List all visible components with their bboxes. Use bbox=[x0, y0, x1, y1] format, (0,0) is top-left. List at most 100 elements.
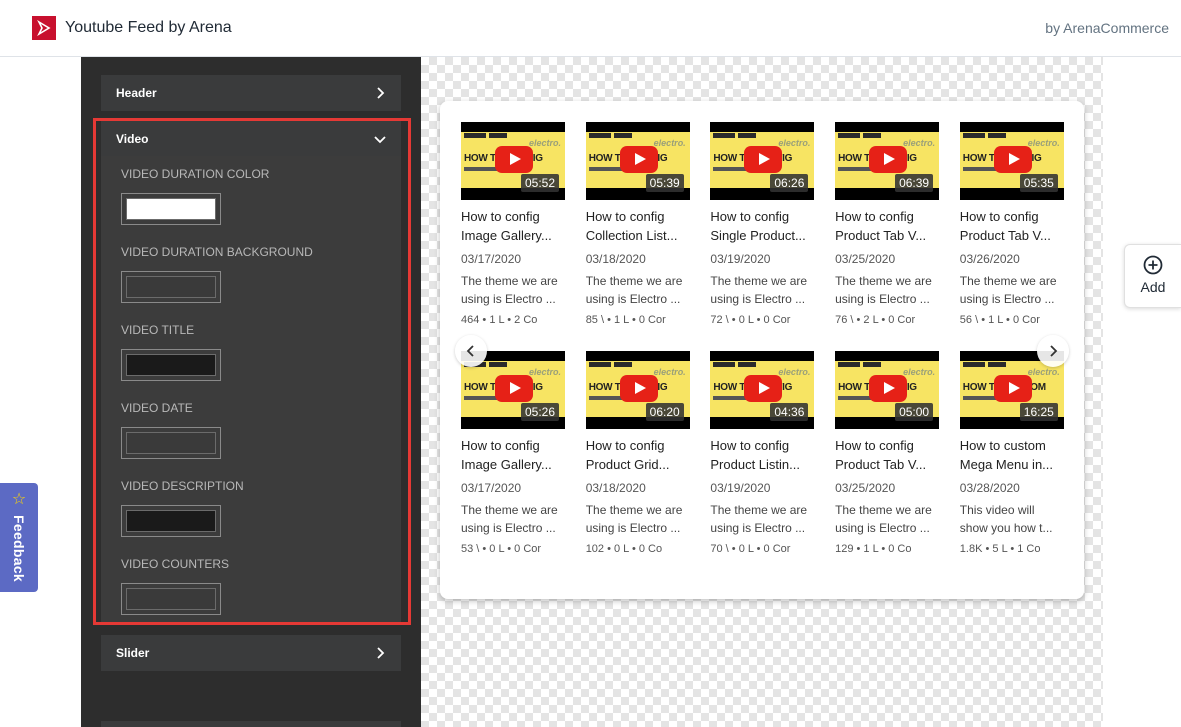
app-title: Youtube Feed by Arena bbox=[65, 19, 232, 36]
video-title[interactable]: How to config Product Tab V... bbox=[835, 207, 941, 245]
video-title[interactable]: How to config Image Gallery... bbox=[461, 207, 567, 245]
slider-prev-button[interactable] bbox=[455, 335, 487, 367]
video-thumbnail[interactable]: electro. HOW TO CONFIG 06:26 bbox=[710, 122, 815, 200]
video-title[interactable]: How to config Product Listin... bbox=[710, 436, 816, 474]
video-duration-background-picker[interactable] bbox=[121, 271, 221, 303]
video-title[interactable]: How to config Product Grid... bbox=[586, 436, 692, 474]
video-item[interactable]: electro. HOW TO CUSTOM 16:25 How to cust… bbox=[959, 351, 1066, 555]
star-icon: ☆ bbox=[11, 491, 27, 508]
video-counters: 76 \ • 2 L • 0 Cor bbox=[835, 314, 916, 326]
video-title[interactable]: How to config Product Tab V... bbox=[835, 436, 941, 474]
thumbnail-brand: electro. bbox=[1027, 367, 1060, 377]
play-icon[interactable] bbox=[993, 375, 1032, 402]
slider-section-toggle[interactable]: Slider bbox=[101, 635, 401, 671]
video-date: 03/17/2020 bbox=[461, 481, 522, 495]
thumbnail-tag bbox=[962, 362, 985, 367]
video-section-label: Video bbox=[116, 132, 149, 146]
video-description: The theme we are using is Electro ... bbox=[710, 503, 808, 535]
video-item[interactable]: electro. HOW TO CONFIG 05:52 How to conf… bbox=[461, 122, 567, 326]
video-item[interactable]: electro. HOW TO CONFIG 05:35 How to conf… bbox=[959, 122, 1066, 326]
app-logo-icon bbox=[32, 16, 56, 40]
feedback-label: Feedback bbox=[11, 515, 27, 582]
video-counters: 70 \ • 0 L • 0 Cor bbox=[710, 543, 791, 555]
video-date-color-picker[interactable] bbox=[121, 427, 221, 459]
video-description: The theme we are using is Electro ... bbox=[585, 274, 683, 306]
video-item[interactable]: electro. HOW TO CONFIG 05:26 How to conf… bbox=[461, 351, 567, 555]
developer-credit: by ArenaCommerce bbox=[1045, 20, 1169, 36]
video-duration: 16:25 bbox=[1019, 403, 1058, 421]
play-icon[interactable] bbox=[619, 146, 658, 173]
thumbnail-tag bbox=[588, 133, 611, 138]
video-duration-color-picker[interactable] bbox=[121, 193, 221, 225]
video-duration: 06:26 bbox=[770, 174, 809, 192]
video-thumbnail[interactable]: electro. HOW TO CONFIG 06:39 bbox=[835, 122, 940, 200]
video-duration: 05:39 bbox=[645, 174, 684, 192]
video-description: The theme we are using is Electro ... bbox=[835, 503, 932, 535]
slider-section-label: Slider bbox=[116, 646, 150, 660]
video-date: 03/28/2020 bbox=[959, 481, 1020, 495]
video-counters-color-picker[interactable] bbox=[121, 583, 221, 615]
video-item[interactable]: electro. HOW TO CONFIG 06:39 How to conf… bbox=[835, 122, 941, 326]
video-title[interactable]: How to config Product Tab V... bbox=[960, 207, 1066, 245]
video-thumbnail[interactable]: electro. HOW TO CONFIG 06:20 bbox=[585, 351, 690, 429]
video-item[interactable]: electro. HOW TO CONFIG 06:26 How to conf… bbox=[710, 122, 816, 326]
thumbnail-tag bbox=[489, 362, 507, 367]
play-icon[interactable] bbox=[869, 146, 908, 173]
video-thumbnail[interactable]: electro. HOW TO CONFIG 04:36 bbox=[710, 351, 815, 429]
video-date: 03/17/2020 bbox=[461, 252, 522, 266]
video-date: 03/26/2020 bbox=[959, 252, 1020, 266]
video-counters: 1.8K • 5 L • 1 Co bbox=[959, 543, 1041, 555]
video-thumbnail[interactable]: electro. HOW TO CONFIG 05:00 bbox=[835, 351, 940, 429]
video-counters: 56 \ • 1 L • 0 Cor bbox=[959, 314, 1040, 326]
next-section-toggle[interactable] bbox=[101, 721, 401, 727]
video-duration: 06:39 bbox=[895, 174, 934, 192]
video-counters: 85 \ • 1 L • 0 Cor bbox=[585, 314, 666, 326]
video-counters: 53 \ • 0 L • 0 Cor bbox=[461, 543, 542, 555]
video-title-color-picker[interactable] bbox=[121, 349, 221, 381]
video-thumbnail[interactable]: electro. HOW TO CONFIG 05:39 bbox=[585, 122, 690, 200]
video-date: 03/18/2020 bbox=[585, 252, 646, 266]
video-date-label: VIDEO DATE bbox=[121, 401, 193, 415]
feedback-button[interactable]: ☆ Feedback bbox=[0, 483, 38, 592]
play-icon[interactable] bbox=[495, 146, 533, 173]
thumbnail-tag bbox=[738, 133, 757, 138]
video-duration-background-label: VIDEO DURATION BACKGROUND bbox=[121, 245, 313, 259]
video-counters: 102 • 0 L • 0 Co bbox=[585, 543, 663, 555]
video-duration-color-label: VIDEO DURATION COLOR bbox=[121, 167, 270, 181]
slider-next-button[interactable] bbox=[1037, 335, 1069, 367]
add-block-button[interactable]: Add bbox=[1124, 244, 1181, 308]
video-item[interactable]: electro. HOW TO CONFIG 04:36 How to conf… bbox=[710, 351, 816, 555]
video-thumbnail[interactable]: electro. HOW TO CONFIG 05:35 bbox=[959, 122, 1064, 200]
video-date: 03/18/2020 bbox=[585, 481, 646, 495]
thumbnail-tag bbox=[713, 362, 736, 367]
video-duration: 05:35 bbox=[1019, 174, 1058, 192]
thumbnail-tag bbox=[987, 362, 1006, 367]
play-icon[interactable] bbox=[744, 146, 783, 173]
video-date: 03/25/2020 bbox=[835, 252, 896, 266]
video-title[interactable]: How to config Image Gallery... bbox=[461, 436, 567, 474]
plus-circle-icon bbox=[1143, 255, 1163, 275]
video-title[interactable]: How to config Collection List... bbox=[586, 207, 692, 245]
video-description-color-picker[interactable] bbox=[121, 505, 221, 537]
play-icon[interactable] bbox=[744, 375, 783, 402]
video-title[interactable]: How to custom Mega Menu in... bbox=[960, 436, 1066, 474]
video-item[interactable]: electro. HOW TO CONFIG 05:39 How to conf… bbox=[585, 122, 692, 326]
chevron-left-icon bbox=[466, 345, 474, 357]
play-icon[interactable] bbox=[495, 375, 533, 402]
video-title-label: VIDEO TITLE bbox=[121, 323, 195, 337]
video-duration: 06:20 bbox=[645, 403, 684, 421]
video-title[interactable]: How to config Single Product... bbox=[710, 207, 816, 245]
video-section-toggle[interactable]: Video bbox=[101, 121, 401, 157]
video-thumbnail[interactable]: electro. HOW TO CONFIG 05:52 bbox=[461, 122, 565, 200]
header-section-toggle[interactable]: Header bbox=[101, 75, 401, 111]
video-item[interactable]: electro. HOW TO CONFIG 06:20 How to conf… bbox=[585, 351, 692, 555]
video-date: 03/19/2020 bbox=[710, 481, 771, 495]
play-icon[interactable] bbox=[993, 146, 1032, 173]
play-icon[interactable] bbox=[619, 375, 658, 402]
play-icon[interactable] bbox=[869, 375, 908, 402]
thumbnail-tag bbox=[738, 362, 757, 367]
video-item[interactable]: electro. HOW TO CONFIG 05:00 How to conf… bbox=[835, 351, 941, 555]
video-description: The theme we are using is Electro ... bbox=[585, 503, 683, 535]
settings-panel: Header Video VIDEO DURATION COLOR VIDEO … bbox=[81, 57, 421, 727]
video-duration: 05:52 bbox=[520, 174, 559, 192]
